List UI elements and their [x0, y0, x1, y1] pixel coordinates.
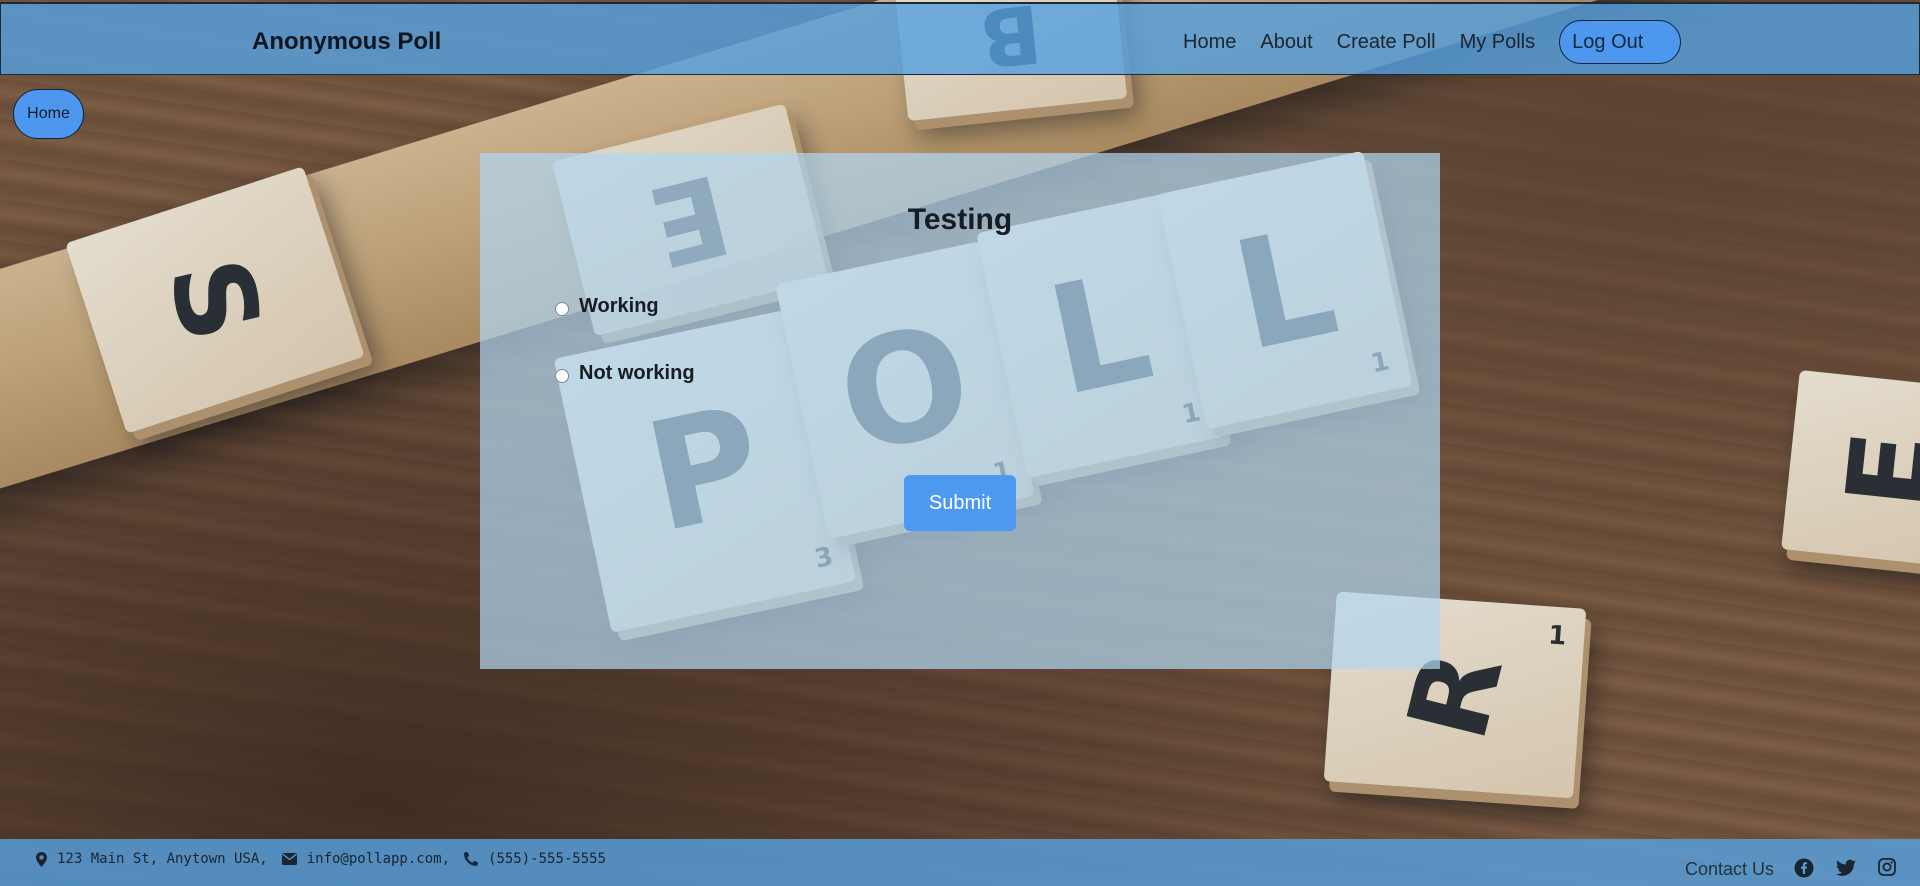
footer-address: 123 Main St, Anytown USA,	[57, 851, 268, 867]
radio-button[interactable]	[555, 301, 569, 316]
footer-email[interactable]: info@pollapp.com,	[307, 851, 450, 867]
brand-title[interactable]: Anonymous Poll	[252, 28, 441, 56]
option-label: Not working	[579, 362, 695, 384]
phone-icon	[464, 852, 479, 866]
nav-links: Home About Create Poll My Polls Log Out	[1171, 20, 1682, 64]
footer: 123 Main St, Anytown USA, info@pollapp.c…	[0, 839, 1920, 886]
envelope-icon	[281, 853, 297, 865]
poll-card: Testing Working Not working Submit	[480, 153, 1440, 669]
submit-button[interactable]: Submit	[904, 475, 1016, 531]
nav-create-poll-link[interactable]: Create Poll	[1325, 25, 1448, 60]
nav-about-link[interactable]: About	[1248, 25, 1324, 60]
nav-home-link[interactable]: Home	[1171, 25, 1248, 60]
instagram-icon[interactable]	[1878, 858, 1898, 878]
poll-title: Testing	[907, 203, 1013, 236]
logout-button[interactable]: Log Out	[1559, 20, 1682, 64]
nav-my-polls-link[interactable]: My Polls	[1448, 25, 1548, 60]
home-button[interactable]: Home	[13, 89, 84, 139]
footer-contact-info: 123 Main St, Anytown USA, info@pollapp.c…	[36, 851, 620, 867]
facebook-icon[interactable]	[1794, 858, 1814, 878]
map-marker-icon	[36, 851, 47, 867]
footer-phone: (555)-555-5555	[488, 851, 607, 867]
twitter-icon[interactable]	[1836, 858, 1856, 878]
poll-option-working[interactable]: Working	[555, 295, 659, 318]
contact-us-link[interactable]: Contact Us	[1685, 859, 1774, 880]
radio-button[interactable]	[555, 368, 569, 383]
option-label: Working	[579, 295, 659, 317]
navbar: Anonymous Poll Home About Create Poll My…	[0, 2, 1920, 75]
poll-option-not-working[interactable]: Not working	[555, 362, 695, 385]
